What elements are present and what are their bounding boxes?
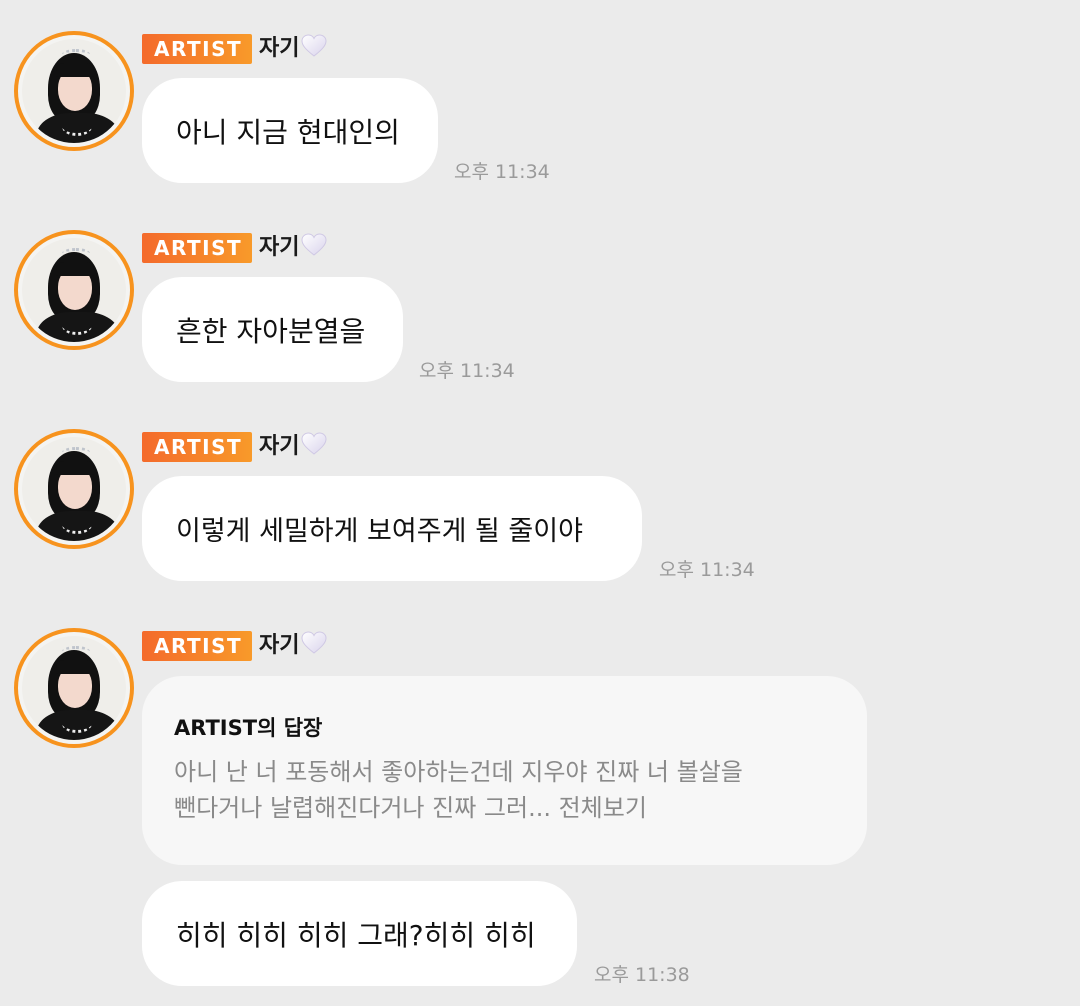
white-heart-icon xyxy=(301,432,327,455)
message-bubble[interactable]: 흔한 자아분열을 xyxy=(142,277,403,382)
nickname-text: 자기 xyxy=(259,235,300,260)
artist-avatar[interactable] xyxy=(14,429,134,549)
nickname-text: 자기 xyxy=(259,36,300,61)
white-heart-icon xyxy=(301,631,327,654)
message-text: 이렇게 세밀하게 보여주게 될 줄이야 xyxy=(176,516,583,547)
artist-nickname[interactable]: 자기 xyxy=(259,34,327,64)
message-text: 아니 지금 현대인의 xyxy=(176,115,400,149)
message-text: 히히 히히 히히 그래?히히 히히 xyxy=(176,918,536,952)
artist-nickname[interactable]: 자기 xyxy=(259,233,327,263)
white-heart-icon xyxy=(301,233,327,256)
message-time: 오후 11:34 xyxy=(419,360,515,382)
message-bubble[interactable]: 이렇게 세밀하게 보여주게 될 줄이야 xyxy=(142,476,642,581)
nickname-text: 자기 xyxy=(259,434,300,459)
artist-badge: ARTIST xyxy=(142,233,252,263)
artist-avatar[interactable] xyxy=(14,628,134,748)
message-bubble[interactable]: 히히 히히 히히 그래?히히 히히 xyxy=(142,881,577,986)
artist-avatar[interactable] xyxy=(14,31,134,151)
nickname-text: 자기 xyxy=(259,633,300,658)
quoted-reply-card[interactable]: ARTIST의 답장 아니 난 너 포동해서 좋아하는건데 지우야 진짜 너 볼… xyxy=(142,676,867,865)
artist-badge: ARTIST xyxy=(142,34,252,64)
message-time: 오후 11:34 xyxy=(454,161,550,183)
message-bubble[interactable]: 아니 지금 현대인의 xyxy=(142,78,438,183)
message-time: 오후 11:34 xyxy=(659,559,755,581)
message-text: 흔한 자아분열을 xyxy=(176,314,366,348)
artist-nickname[interactable]: 자기 xyxy=(259,432,327,462)
white-heart-icon xyxy=(301,34,327,57)
artist-badge: ARTIST xyxy=(142,631,252,661)
reply-title: ARTIST의 답장 xyxy=(174,716,323,740)
reply-quote-line: 아니 난 너 포동해서 좋아하는건데 지우야 진짜 너 볼살을 xyxy=(174,758,743,786)
message-time: 오후 11:38 xyxy=(594,964,690,986)
artist-badge: ARTIST xyxy=(142,432,252,462)
artist-avatar[interactable] xyxy=(14,230,134,350)
reply-quote-line-expand[interactable]: 뺀다거나 날렵해진다거나 진짜 그러... 전체보기 xyxy=(174,790,835,826)
artist-nickname[interactable]: 자기 xyxy=(259,631,327,661)
